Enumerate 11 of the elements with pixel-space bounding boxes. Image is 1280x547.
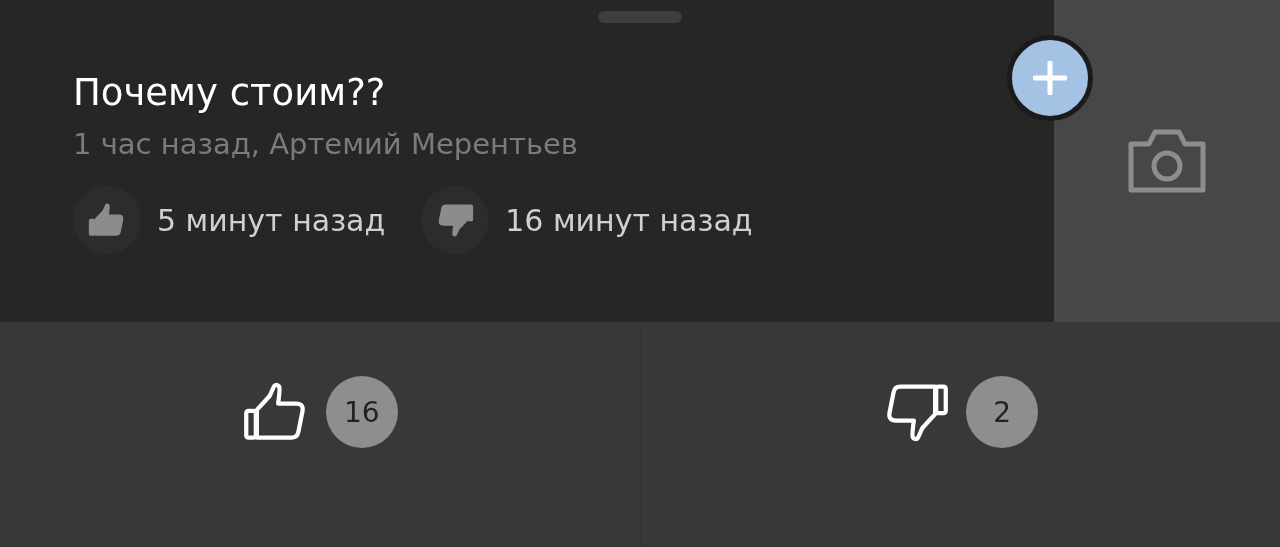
drag-handle[interactable] <box>598 11 682 23</box>
reaction-time: 16 минут назад <box>505 202 753 238</box>
question-meta: 1 час назад, Артемий Мерентьев <box>73 126 579 163</box>
camera-icon[interactable] <box>1127 128 1207 194</box>
dislike-button[interactable]: 2 <box>639 322 1280 547</box>
like-button[interactable]: 16 <box>0 322 640 547</box>
vote-count: 2 <box>966 376 1039 448</box>
vote-count: 16 <box>325 376 398 448</box>
plus-icon <box>1033 61 1067 95</box>
question-title: Почему стоим?? <box>73 70 387 116</box>
reaction-time: 5 минут назад <box>157 202 386 238</box>
